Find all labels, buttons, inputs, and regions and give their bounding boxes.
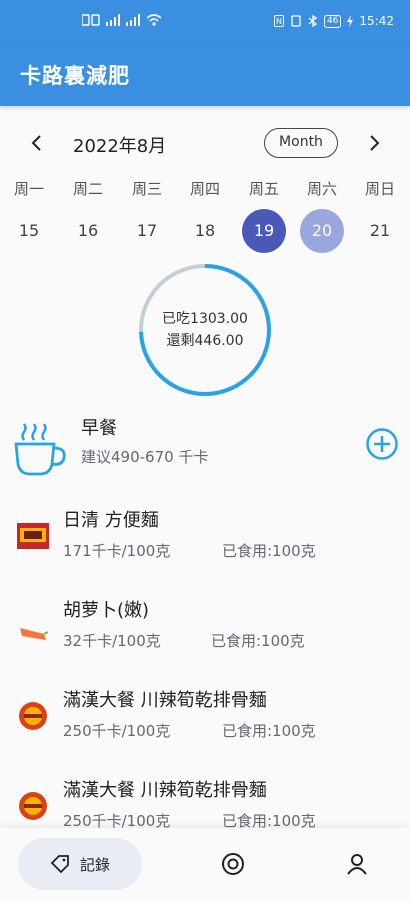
day-column[interactable]: 周六 20 xyxy=(293,178,351,253)
date-cell[interactable]: 16 xyxy=(66,209,110,253)
tag-icon xyxy=(50,855,69,874)
battery-icon: 46 xyxy=(323,14,342,28)
weekday-label: 周一 xyxy=(13,180,44,198)
weekday-label: 周日 xyxy=(364,180,395,198)
day-column[interactable]: 周一 15 xyxy=(0,178,58,253)
day-column[interactable]: 周三 17 xyxy=(118,178,176,253)
food-list-item[interactable]: 胡萝卜(嫩) 32千卡/100克 已食用:100克 xyxy=(0,590,410,670)
format-toggle-button[interactable]: Month xyxy=(264,128,338,158)
date-cell[interactable]: 15 xyxy=(7,209,51,253)
calendar-header: 2022年8月 Month xyxy=(0,120,410,168)
meal-suggestion: 建议490-670 千卡 xyxy=(81,448,209,466)
person-icon[interactable] xyxy=(343,850,371,878)
weekday-label: 周五 xyxy=(248,180,279,198)
app-title: 卡路裏減肥 xyxy=(20,64,130,88)
chevron-left-icon[interactable] xyxy=(30,134,44,152)
food-eaten: 已食用:100克 xyxy=(211,632,305,650)
day-column[interactable]: 周二 16 xyxy=(59,178,117,253)
noodle-bowl-thumbnail-icon xyxy=(19,792,47,820)
today-date-cell[interactable]: 20 xyxy=(300,209,344,253)
svg-text:N: N xyxy=(276,17,282,26)
signal-icon xyxy=(106,14,120,26)
noodle-bowl-thumbnail-icon xyxy=(19,702,47,730)
vibrate-icon xyxy=(291,15,301,27)
date-cell[interactable]: 17 xyxy=(125,209,169,253)
food-eaten: 已食用:100克 xyxy=(222,722,316,740)
food-kcal: 32千卡/100克 xyxy=(63,632,161,650)
status-time: 15:42 xyxy=(359,14,394,28)
status-bar: N 46 15:42 xyxy=(0,0,410,42)
weekday-label: 周六 xyxy=(306,180,337,198)
bluetooth-icon xyxy=(308,15,318,27)
day-column[interactable]: 周日 21 xyxy=(351,178,409,253)
ring-text: 已吃1303.00 還剩446.00 xyxy=(137,308,273,352)
wifi-icon xyxy=(146,14,162,26)
food-name: 滿漢大餐 川辣筍乾排骨麵 xyxy=(63,690,267,711)
food-eaten: 已食用:100克 xyxy=(222,542,316,560)
eaten-text: 已吃1303.00 xyxy=(162,311,248,327)
day-column[interactable]: 周四 18 xyxy=(176,178,234,253)
nfc-icon: N xyxy=(273,15,284,27)
charging-icon xyxy=(347,15,354,27)
food-kcal: 171千卡/100克 xyxy=(63,542,171,560)
day-column[interactable]: 周五 19 xyxy=(235,178,293,253)
sim-icon xyxy=(82,14,100,26)
chevron-right-icon[interactable] xyxy=(367,134,381,152)
meal-header: 早餐 建议490-670 千卡 xyxy=(0,408,410,488)
tab-record[interactable]: 記錄 xyxy=(18,838,142,890)
instant-noodle-thumbnail-icon xyxy=(17,523,49,549)
food-name: 滿漢大餐 川辣筍乾排骨麵 xyxy=(63,780,267,801)
weekday-label: 周四 xyxy=(189,180,220,198)
food-list-item[interactable]: 滿漢大餐 川辣筍乾排骨麵 250千卡/100克 已食用:100克 xyxy=(0,680,410,760)
tab-record-label: 記錄 xyxy=(79,855,110,874)
signal-icon-2 xyxy=(126,14,140,26)
status-right-icons: N 46 15:42 xyxy=(273,14,394,28)
remaining-text: 還剩446.00 xyxy=(166,333,244,349)
bottom-navigation: 記錄 xyxy=(0,828,410,900)
date-cell[interactable]: 18 xyxy=(183,209,227,253)
selected-date-cell[interactable]: 19 xyxy=(242,209,286,253)
food-name: 日清 方便麵 xyxy=(63,510,159,531)
app-bar: 卡路裏減肥 xyxy=(0,42,410,106)
month-label: 2022年8月 xyxy=(73,136,167,157)
coffee-cup-icon xyxy=(14,423,66,476)
weekday-label: 周三 xyxy=(131,180,162,198)
food-name: 胡萝卜(嫩) xyxy=(63,600,150,621)
add-circle-icon[interactable] xyxy=(366,428,398,460)
date-cell[interactable]: 21 xyxy=(358,209,402,253)
calorie-ring: 已吃1303.00 還剩446.00 xyxy=(137,262,273,398)
target-icon[interactable] xyxy=(219,850,247,878)
weekday-label: 周二 xyxy=(72,180,103,198)
week-row: 周一 15 周二 16 周三 17 周四 18 周五 19 周六 20 周日 2… xyxy=(0,178,410,253)
food-list-item[interactable]: 日清 方便麵 171千卡/100克 已食用:100克 xyxy=(0,500,410,580)
food-kcal: 250千卡/100克 xyxy=(63,722,171,740)
meal-title: 早餐 xyxy=(81,418,117,439)
carrot-thumbnail-icon xyxy=(20,628,49,640)
status-left-icons xyxy=(82,14,162,26)
